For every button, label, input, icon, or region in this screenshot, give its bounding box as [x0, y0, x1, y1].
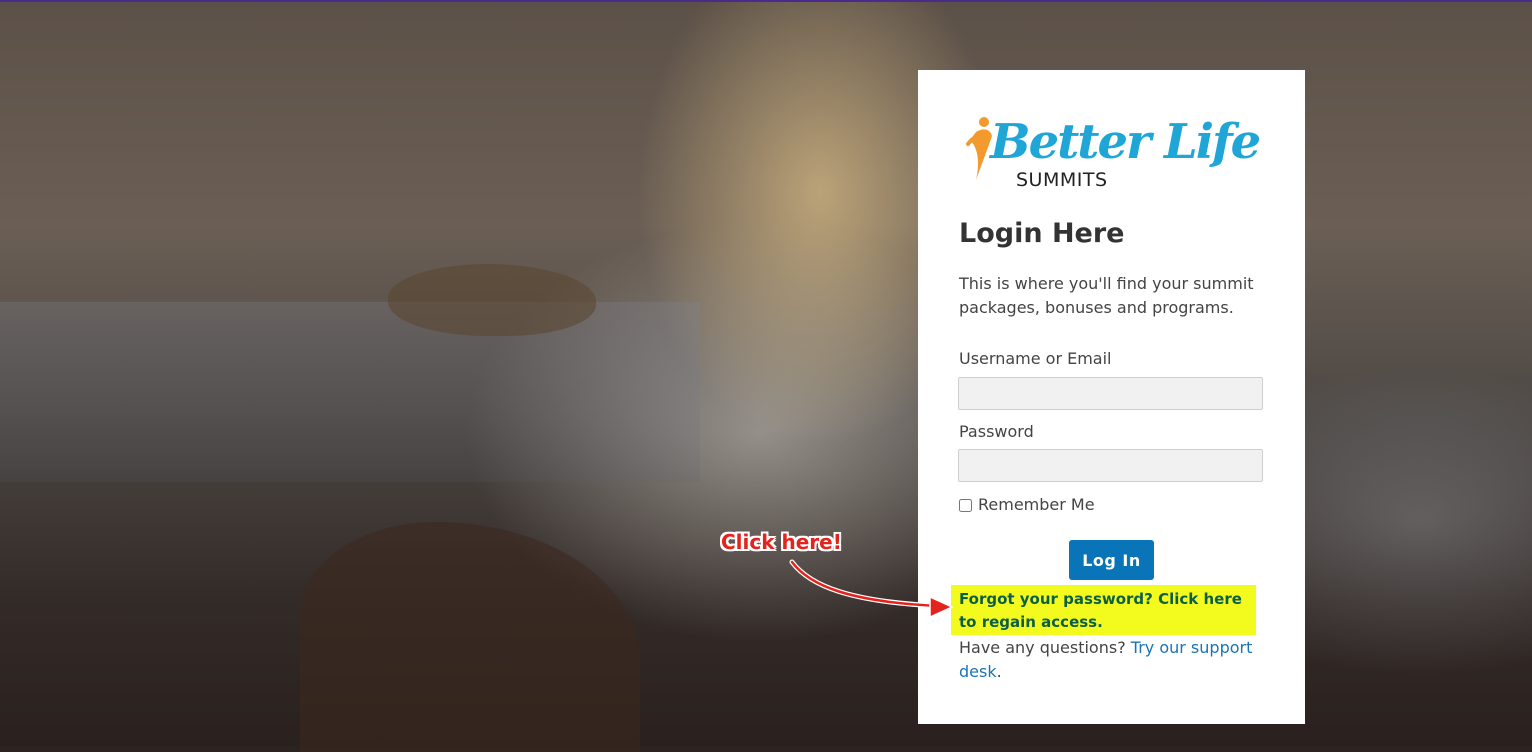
logo-subtitle: SUMMITS	[1016, 169, 1108, 191]
click-here-callout: Click here!	[721, 530, 842, 554]
background-sea	[0, 302, 700, 482]
remember-me-row: Remember Me	[958, 494, 1095, 516]
background-rock	[388, 264, 596, 336]
remember-me-checkbox[interactable]	[959, 498, 972, 512]
page-title: Login Here	[959, 218, 1125, 249]
login-card: Better Life SUMMITS Login Here This is w…	[918, 70, 1305, 724]
questions-text: Have any questions?	[959, 638, 1126, 657]
remember-me-label: Remember Me	[978, 495, 1095, 514]
brand-logo: Better Life SUMMITS	[958, 110, 1261, 194]
login-button[interactable]: Log In	[1069, 540, 1154, 580]
username-label: Username or Email	[959, 349, 1112, 368]
intro-text: This is where you'll find your summit pa…	[959, 274, 1254, 317]
support-suffix: .	[996, 662, 1002, 681]
password-label: Password	[959, 422, 1034, 441]
logo-script-text: Better Life	[990, 114, 1261, 170]
red-curved-arrow-icon	[789, 559, 954, 619]
support-row: Have any questions? Try our support desk…	[959, 636, 1259, 684]
username-input[interactable]	[958, 377, 1263, 410]
password-input[interactable]	[958, 449, 1263, 482]
forgot-password-link[interactable]: Forgot your password? Click here to rega…	[951, 585, 1256, 635]
background-arm	[300, 522, 640, 752]
